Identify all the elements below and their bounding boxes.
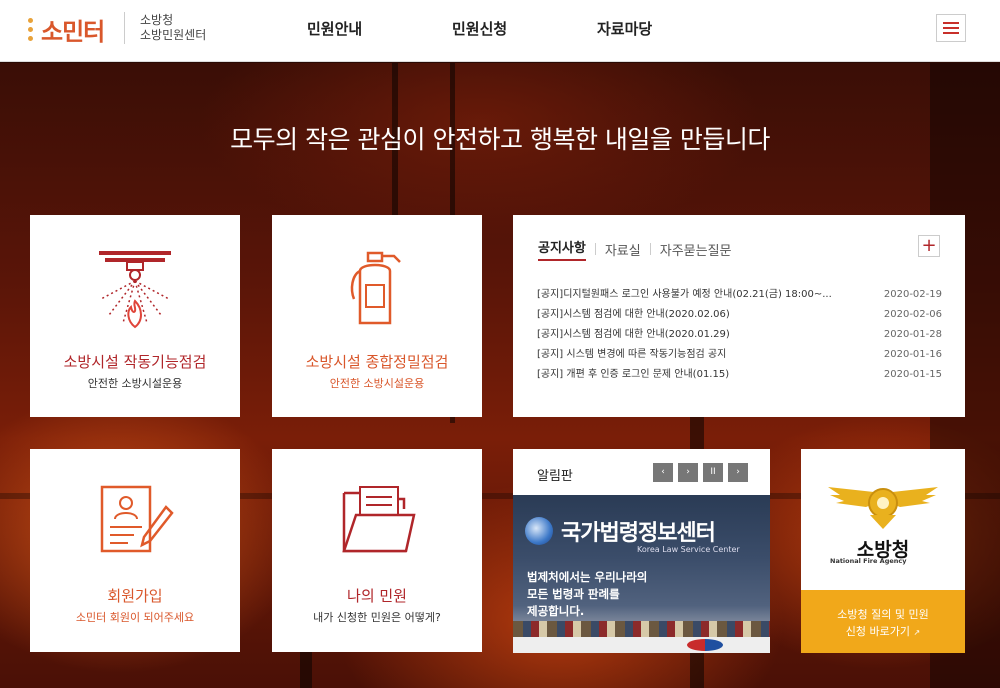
banner-line: 법제처에서는 우리나라의: [527, 570, 648, 584]
logo-dots-icon: [28, 17, 33, 41]
org-name: 소방청 소방민원센터: [140, 13, 206, 43]
banner-title: 국가법령정보센터: [561, 521, 716, 546]
notice-item[interactable]: [공지]시스템 점검에 대한 안내(2020.02.06) 2020-02-06: [537, 305, 942, 325]
notice-date: 2020-01-16: [883, 349, 942, 360]
pause-icon[interactable]: II: [703, 463, 723, 482]
card-precision-title: 소방시설 종합정밀점검: [305, 353, 449, 371]
books-decoration: [513, 621, 770, 637]
card-my-complaints-title: 나의 민원: [347, 587, 407, 605]
board-controls: ‹ › II ›: [653, 463, 748, 482]
card-precision-subtitle: 안전한 소방시설운용: [329, 377, 425, 390]
hamburger-menu-icon[interactable]: [936, 14, 966, 42]
play-icon[interactable]: ›: [678, 463, 698, 482]
tab-resources[interactable]: 자료실: [605, 240, 641, 259]
notice-date: 2020-02-19: [883, 289, 942, 300]
notice-title[interactable]: [공지]시스템 점검에 대한 안내(2020.02.06): [537, 305, 867, 325]
notice-date: 2020-02-06: [883, 309, 942, 320]
tab-notices[interactable]: 공지사항: [538, 237, 586, 261]
prev-arrow-icon[interactable]: ‹: [653, 463, 673, 482]
nav-resources[interactable]: 자료마당: [597, 18, 652, 39]
government-emblem-icon: [525, 517, 553, 545]
notice-list: [공지]디지털원패스 로그인 사용불가 예정 안내(02.21(금) 18:00…: [537, 285, 942, 385]
notice-tabs: 공지사항 자료실 자주묻는질문: [538, 237, 732, 261]
board-title: 알림판: [537, 469, 573, 484]
notice-date: 2020-01-15: [883, 369, 942, 380]
notice-item[interactable]: [공지]시스템 점검에 대한 안내(2020.01.29) 2020-01-28: [537, 325, 942, 345]
profile-document-icon: [100, 485, 174, 553]
site-header: 소민터 소방청 소방민원센터 민원안내 민원신청 자료마당: [0, 0, 1000, 62]
agency-name-en: National Fire Agency: [830, 557, 907, 565]
card-inspection[interactable]: 소방시설 작동기능점검 안전한 소방시설운용: [30, 215, 240, 417]
site-logo[interactable]: 소민터: [28, 12, 105, 46]
cta-line1: 소방청 질의 및 민원: [837, 608, 929, 621]
notice-item[interactable]: [공지] 개편 후 인증 로그인 문제 안내(01.15) 2020-01-15: [537, 365, 942, 385]
cta-line2: 신청 바로가기 ↗: [845, 625, 921, 638]
notice-board: 알림판 ‹ › II › 국가법령정보센터 Korea Law Service …: [513, 449, 770, 653]
next-arrow-icon[interactable]: ›: [728, 463, 748, 482]
banner-line: 제공합니다.: [527, 604, 585, 618]
banner-subtitle: Korea Law Service Center: [637, 545, 740, 554]
nav-complaint-guide[interactable]: 민원안내: [307, 18, 362, 39]
folder-icon: [342, 486, 416, 553]
notice-item[interactable]: [공지] 시스템 변경에 따른 작동기능점검 공지 2020-01-16: [537, 345, 942, 365]
notice-title[interactable]: [공지] 시스템 변경에 따른 작동기능점검 공지: [537, 345, 867, 365]
fire-extinguisher-icon: [350, 251, 401, 325]
nav-complaint-apply[interactable]: 민원신청: [452, 18, 507, 39]
card-my-complaints-subtitle: 내가 신청한 민원은 어떻게?: [313, 611, 441, 624]
notice-title[interactable]: [공지] 개편 후 인증 로그인 문제 안내(01.15): [537, 365, 867, 385]
taegeuk-logo-icon: [687, 639, 723, 651]
card-signup[interactable]: 회원가입 소민터 회원이 되어주세요: [30, 449, 240, 652]
law-center-banner[interactable]: 국가법령정보센터 Korea Law Service Center 법제처에서는…: [513, 495, 770, 653]
banner-line: 모든 법령과 판례를: [527, 587, 620, 601]
agency-shortcut-button[interactable]: 소방청 질의 및 민원 신청 바로가기 ↗: [801, 590, 965, 653]
card-precision[interactable]: 소방시설 종합정밀점검 안전한 소방시설운용: [272, 215, 482, 417]
org-line2: 소방민원센터: [140, 28, 207, 42]
card-signup-title: 회원가입: [107, 587, 163, 605]
card-signup-subtitle: 소민터 회원이 되어주세요: [75, 611, 195, 624]
notice-item[interactable]: [공지]디지털원패스 로그인 사용불가 예정 안내(02.21(금) 18:00…: [537, 285, 942, 305]
notice-title[interactable]: [공지]시스템 점검에 대한 안내(2020.01.29): [537, 325, 867, 345]
fire-agency-emblem-icon: [828, 487, 938, 529]
sprinkler-icon: [99, 251, 171, 329]
notice-title[interactable]: [공지]디지털원패스 로그인 사용불가 예정 안내(02.21(금) 18:00…: [537, 285, 867, 305]
agency-card[interactable]: 소방청 National Fire Agency 소방청 질의 및 민원 신청 …: [801, 449, 965, 653]
notice-date: 2020-01-28: [883, 329, 942, 340]
org-line1: 소방청: [140, 13, 174, 27]
card-my-complaints[interactable]: 나의 민원 내가 신청한 민원은 어떻게?: [272, 449, 482, 652]
banner-text: 법제처에서는 우리나라의 모든 법령과 판례를 제공합니다.: [527, 569, 647, 620]
more-plus-icon[interactable]: +: [918, 235, 940, 257]
logo-divider: [124, 12, 125, 44]
card-inspection-title: 소방시설 작동기능점검: [63, 353, 207, 371]
board-header: 알림판 ‹ › II ›: [513, 449, 770, 495]
tab-faq[interactable]: 자주묻는질문: [660, 240, 732, 259]
hero-tagline: 모두의 작은 관심이 안전하고 행복한 내일을 만듭니다: [230, 125, 770, 154]
logo-text: 소민터: [41, 17, 105, 46]
card-inspection-subtitle: 안전한 소방시설운용: [87, 377, 183, 390]
external-link-icon: ↗: [913, 628, 921, 637]
notice-panel: 공지사항 자료실 자주묻는질문 + [공지]디지털원패스 로그인 사용불가 예정…: [513, 215, 965, 417]
